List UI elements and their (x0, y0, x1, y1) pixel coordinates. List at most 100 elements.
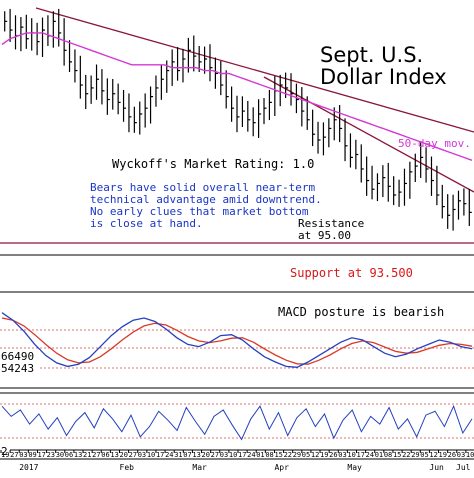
price-bar (236, 95, 240, 133)
x-axis-day-label: 03 (138, 451, 146, 459)
price-bar (139, 101, 143, 135)
price-bar (31, 18, 35, 51)
x-axis-day-label: 22 (284, 451, 292, 459)
x-axis-day-label: 10 (229, 451, 237, 459)
x-axis-day-label: 01 (256, 451, 264, 459)
price-bar (14, 15, 19, 50)
price-bar (376, 173, 380, 202)
x-axis-day-label: 30 (56, 451, 64, 459)
macd-readout-2: 54243 (1, 362, 34, 375)
x-axis-day-label: 09 (28, 451, 36, 459)
price-bar (176, 47, 181, 81)
price-bar (409, 161, 413, 199)
x-axis-day-label: 19 (1, 451, 9, 459)
price-bar (463, 188, 467, 216)
price-bar (344, 118, 348, 162)
x-axis-month-label: Jun (429, 463, 444, 472)
price-bar (441, 184, 445, 219)
price-bar (225, 70, 229, 109)
price-bar (47, 15, 51, 46)
x-axis-day-label: 17 (37, 451, 45, 459)
price-bar (155, 75, 159, 107)
price-bar (117, 83, 121, 115)
macd-annotation: MACD posture is bearish (278, 305, 444, 319)
x-axis-day-label: 26 (448, 451, 456, 459)
price-bar (339, 105, 343, 143)
x-axis-day-label: 27 (129, 451, 137, 459)
x-axis-day-label: 13 (110, 451, 118, 459)
x-axis-month-label: Feb (120, 463, 135, 472)
price-bar (360, 144, 364, 183)
price-bar (101, 69, 105, 105)
x-axis-day-label: 29 (293, 451, 301, 459)
price-bar (268, 89, 272, 121)
x-axis-day-label: 17 (156, 451, 164, 459)
x-axis-day-label: 20 (120, 451, 128, 459)
x-axis-day-label: 07 (183, 451, 191, 459)
x-axis-day-label: 17 (238, 451, 246, 459)
price-bar (382, 165, 386, 198)
x-axis-day-label: 15 (274, 451, 282, 459)
oscillator-line (1, 404, 473, 441)
price-bar (128, 93, 132, 133)
x-axis-day-label: 22 (402, 451, 410, 459)
x-axis-day-label: 27 (211, 451, 219, 459)
x-axis-day-label: 06 (65, 451, 73, 459)
x-axis: 19 27 03 09 17 23 30 06 13 21 27 06 13 20 27 03 10 17 24 31… (0, 450, 474, 472)
price-bar (160, 64, 164, 100)
x-axis-day-label: 08 (384, 451, 392, 459)
price-bar (398, 179, 402, 207)
x-axis-month-label: Apr (274, 463, 289, 472)
price-bar (468, 188, 472, 226)
x-axis-month-label: Jul (456, 463, 471, 472)
macd-panel: MACD posture is bearish 66490 54243 (0, 305, 474, 375)
resistance-label-line2: at 95.00 (298, 229, 351, 242)
macd-signal-line (1, 317, 473, 365)
price-bar (106, 78, 110, 115)
price-bar (36, 22, 40, 56)
price-bar (393, 176, 397, 206)
chart-title-line1: Sept. U.S. (320, 43, 423, 67)
x-axis-day-label: 03 (338, 451, 346, 459)
x-axis-day-label: 10 (466, 451, 474, 459)
x-axis-day-label: 12 (429, 451, 437, 459)
price-bar (387, 162, 391, 202)
price-bar (122, 89, 127, 122)
price-bar (414, 153, 418, 182)
x-axis-day-label: 06 (101, 451, 109, 459)
price-bar (74, 49, 78, 83)
price-bar (349, 133, 353, 168)
price-bar (452, 194, 456, 231)
price-bar (230, 86, 235, 122)
price-bar (328, 118, 332, 148)
price-bar (322, 122, 326, 156)
price-bar (279, 74, 283, 107)
price-bar (203, 46, 208, 74)
price-bar (301, 87, 305, 127)
x-axis-day-label: 15 (393, 451, 401, 459)
x-axis-day-label: 29 (411, 451, 419, 459)
x-axis-day-label: 03 (19, 451, 27, 459)
price-bar (79, 55, 83, 99)
x-axis-month-label: May (347, 463, 362, 472)
lower-downtrend-line (263, 76, 474, 193)
price-bar (425, 147, 429, 183)
x-axis-day-label: 10 (347, 451, 355, 459)
moving-average-label: 50-day mov. (398, 137, 471, 150)
price-bar (182, 48, 186, 83)
price-bar (214, 57, 218, 89)
price-bar (290, 73, 294, 106)
macd-line (1, 312, 473, 368)
price-bar (312, 109, 316, 147)
chart-title-line2: Dollar Index (320, 65, 447, 89)
price-bar (133, 106, 137, 133)
x-axis-day-label: 20 (202, 451, 210, 459)
price-bar (241, 96, 245, 127)
price-bar (144, 93, 148, 128)
x-axis-day-label: 05 (420, 451, 428, 459)
x-axis-day-label: 27 (10, 451, 18, 459)
price-bar (355, 139, 359, 170)
price-bar (209, 44, 213, 82)
x-axis-month-label: 2017 (19, 463, 38, 472)
price-bar (258, 99, 262, 138)
